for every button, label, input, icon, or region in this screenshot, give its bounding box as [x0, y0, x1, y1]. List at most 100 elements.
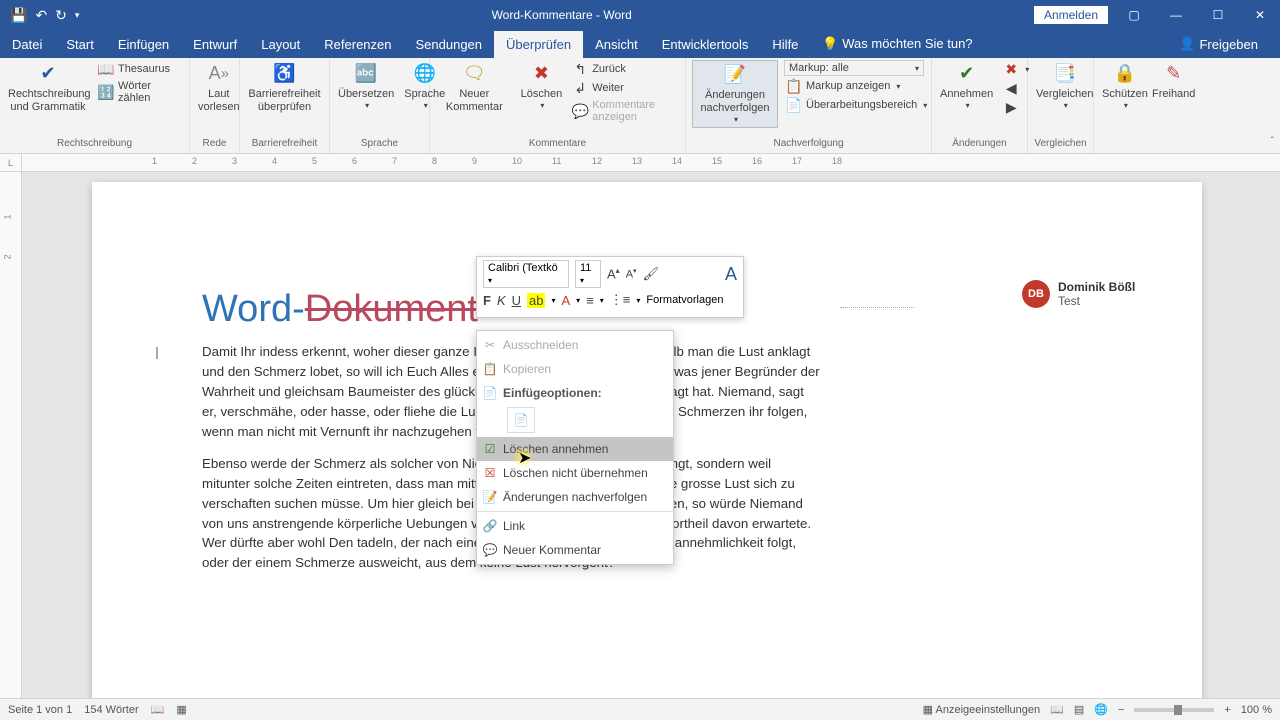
comment-connector-line	[840, 307, 914, 309]
tab-entwicklertools[interactable]: Entwicklertools	[650, 31, 761, 58]
shrink-font-icon[interactable]: A▾	[626, 267, 637, 281]
signin-button[interactable]: Anmelden	[1034, 6, 1108, 24]
ctx-new-comment[interactable]: 💬Neuer Kommentar	[477, 538, 673, 562]
view-print-icon[interactable]: ▤	[1074, 703, 1084, 716]
spelling-grammar-button[interactable]: ✔ Rechtschreibung und Grammatik	[6, 60, 90, 116]
chevron-down-icon[interactable]: ▾	[551, 296, 555, 305]
chevron-down-icon[interactable]: ▾	[600, 296, 604, 305]
chevron-down-icon[interactable]: ▾	[576, 296, 580, 305]
tell-me-search[interactable]: 💡 Was möchten Sie tun?	[810, 30, 984, 58]
zoom-slider[interactable]	[1134, 708, 1214, 712]
spellcheck-status-icon[interactable]: 📖	[151, 703, 165, 716]
zoom-level[interactable]: 100 %	[1241, 704, 1272, 716]
tab-start[interactable]: Start	[54, 31, 105, 58]
numbering-icon[interactable]: ⋮≡	[610, 292, 631, 308]
view-read-icon[interactable]: 📖	[1050, 703, 1064, 716]
ctx-reject-deletion[interactable]: ☒Löschen nicht übernehmen	[477, 461, 673, 485]
close-icon[interactable]: ✕	[1240, 0, 1280, 30]
reviewing-pane-button[interactable]: 📄Überarbeitungsbereich▾	[784, 96, 929, 114]
tab-ansicht[interactable]: Ansicht	[583, 31, 650, 58]
new-comment-button[interactable]: 🗨Neuer Kommentar	[436, 60, 513, 116]
macro-status-icon[interactable]: ▦	[176, 703, 186, 716]
read-aloud-button[interactable]: A»Laut vorlesen	[196, 60, 242, 116]
ink-button[interactable]: ✎Freihand	[1150, 60, 1197, 103]
font-color-icon[interactable]: A	[562, 293, 571, 308]
ctx-link[interactable]: 🔗Link	[477, 514, 673, 538]
delete-comment-button[interactable]: ✖Löschen▾	[519, 60, 565, 113]
minimize-icon[interactable]: —	[1156, 0, 1196, 30]
previous-comment-button[interactable]: ↰Zurück	[570, 60, 679, 78]
zoom-thumb[interactable]	[1174, 705, 1182, 715]
zoom-in-icon[interactable]: +	[1224, 704, 1230, 716]
tab-sendungen[interactable]: Sendungen	[404, 31, 495, 58]
format-painter-icon[interactable]: 🖌	[643, 266, 660, 282]
compare-icon: 📑	[1053, 62, 1077, 86]
grow-font-icon[interactable]: A▴	[607, 266, 620, 281]
ctx-cut-label: Ausschneiden	[503, 338, 578, 352]
translate-button[interactable]: 🔤Übersetzen▾	[336, 60, 396, 113]
document-heading[interactable]: Word-Dokument	[202, 288, 478, 331]
show-markup-button[interactable]: 📋Markup anzeigen▾	[784, 77, 929, 95]
ctx-paste-label: Einfügeoptionen:	[503, 386, 602, 400]
tab-datei[interactable]: Datei	[0, 31, 54, 58]
ribbon-display-icon[interactable]: ▢	[1114, 0, 1154, 30]
accessibility-button[interactable]: ♿Barrierefreiheit überprüfen	[246, 60, 323, 116]
markup-display-dropdown[interactable]: Markup: alle▾	[784, 60, 924, 76]
styles-label[interactable]: Formatvorlagen	[646, 294, 723, 306]
share-button[interactable]: 👤 Freigeben	[1167, 30, 1270, 58]
maximize-icon[interactable]: ☐	[1198, 0, 1238, 30]
ruler-tick: 1	[152, 156, 157, 166]
bullets-icon[interactable]: ≡	[586, 293, 594, 308]
prev-change-button[interactable]: ◀	[1001, 79, 1031, 97]
qat-customize-icon[interactable]: ▾	[75, 10, 80, 21]
collapse-ribbon-icon[interactable]: ˆ	[1271, 136, 1274, 147]
zoom-out-icon[interactable]: −	[1118, 704, 1124, 716]
page-indicator[interactable]: Seite 1 von 1	[8, 704, 72, 716]
comment-balloon[interactable]: DB Dominik Bößl Test	[1022, 280, 1252, 308]
paste-keep-text-icon[interactable]: 📄	[507, 407, 535, 433]
word-count[interactable]: 154 Wörter	[84, 704, 138, 716]
word-count-button[interactable]: 🔢Wörter zählen	[96, 79, 183, 105]
context-menu: ✂Ausschneiden 📋Kopieren 📄 Einfügeoptionen…	[476, 330, 674, 565]
next-label: Weiter	[592, 82, 624, 94]
show-comments-button[interactable]: 💬Kommentare anzeigen	[570, 98, 679, 124]
ctx-accept-deletion[interactable]: ☑Löschen annehmen	[477, 437, 673, 461]
ruler-tick: 2	[192, 156, 197, 166]
ctx-cut[interactable]: ✂Ausschneiden	[477, 333, 673, 357]
ctx-track-changes[interactable]: 📝Änderungen nachverfolgen	[477, 485, 673, 509]
tab-layout[interactable]: Layout	[249, 31, 312, 58]
tab-hilfe[interactable]: Hilfe	[760, 31, 810, 58]
redo-icon[interactable]: ↻	[55, 7, 67, 24]
ctx-copy[interactable]: 📋Kopieren	[477, 357, 673, 381]
save-icon[interactable]: 💾	[10, 7, 27, 24]
protect-button[interactable]: 🔒Schützen▾	[1100, 60, 1150, 113]
group-comments-label: Kommentare	[436, 138, 679, 151]
ruler-tick: 7	[392, 156, 397, 166]
tab-entwurf[interactable]: Entwurf	[181, 31, 249, 58]
compare-button[interactable]: 📑Vergleichen▾	[1034, 60, 1096, 113]
next-change-button[interactable]: ▶	[1001, 98, 1031, 116]
display-settings[interactable]: ▦ Anzeigeeinstellungen	[923, 703, 1040, 716]
underline-icon[interactable]: U	[512, 293, 521, 308]
font-family-dropdown[interactable]: Calibri (Textkö ▾	[483, 260, 569, 288]
tab-referenzen[interactable]: Referenzen	[312, 31, 403, 58]
thesaurus-button[interactable]: 📖Thesaurus	[96, 60, 183, 78]
chevron-down-icon[interactable]: ▾	[636, 296, 640, 305]
styles-icon[interactable]: A	[725, 264, 737, 285]
view-web-icon[interactable]: 🌐	[1094, 703, 1108, 716]
undo-icon[interactable]: ↶	[35, 7, 47, 24]
ribbon-tabs: Datei Start Einfügen Entwurf Layout Refe…	[0, 30, 1280, 58]
bold-icon[interactable]: F	[483, 293, 491, 308]
highlight-icon[interactable]: ab	[527, 293, 545, 308]
tab-ueberpruefen[interactable]: Überprüfen	[494, 31, 583, 58]
track-changes-button[interactable]: 📝Änderungen nachverfolgen▾	[692, 60, 778, 128]
copy-icon: 📋	[482, 362, 498, 376]
accessibility-icon: ♿	[273, 62, 297, 86]
accept-button[interactable]: ✔Annehmen▾	[938, 60, 995, 113]
tab-einfuegen[interactable]: Einfügen	[106, 31, 181, 58]
font-size-dropdown[interactable]: 11 ▾	[575, 260, 601, 288]
reject-button[interactable]: ✖▾	[1001, 60, 1031, 78]
speaker-icon: A»	[207, 62, 231, 86]
next-comment-button[interactable]: ↲Weiter	[570, 79, 679, 97]
italic-icon[interactable]: K	[497, 293, 506, 308]
